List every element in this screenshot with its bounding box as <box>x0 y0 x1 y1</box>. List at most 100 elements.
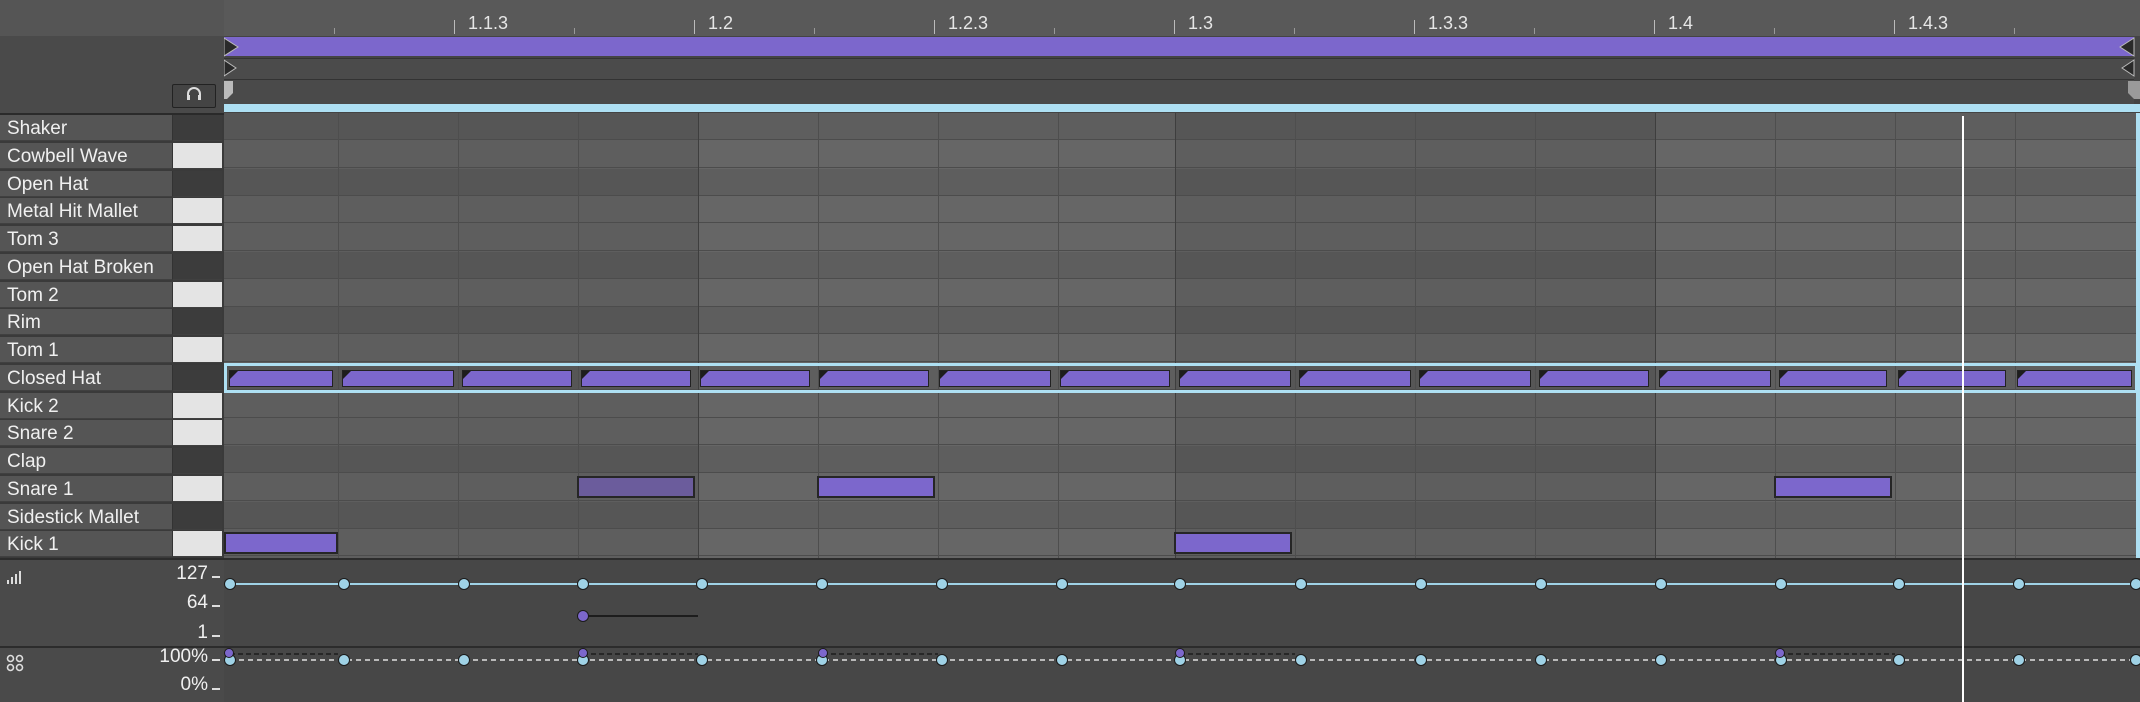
pad-key[interactable] <box>172 364 222 391</box>
midi-note-closed-hat[interactable] <box>1299 370 1411 387</box>
probability-handle[interactable] <box>458 654 470 666</box>
midi-note-closed-hat[interactable] <box>2017 370 2132 387</box>
velocity-handle[interactable] <box>1775 578 1787 590</box>
velocity-bars-icon[interactable] <box>6 570 22 589</box>
probability-handle[interactable] <box>696 654 708 666</box>
velocity-handle[interactable] <box>2130 578 2140 590</box>
pad-key[interactable] <box>172 142 222 169</box>
probability-handle-secondary[interactable] <box>224 648 234 658</box>
track-row-metal-hit-mallet[interactable]: Metal Hit Mallet <box>0 198 222 225</box>
track-name[interactable]: Open Hat Broken <box>0 253 172 280</box>
track-name[interactable]: Open Hat <box>0 170 172 197</box>
pad-key[interactable] <box>172 420 222 447</box>
velocity-probability-lane[interactable] <box>224 560 2140 702</box>
midi-note-closed-hat[interactable] <box>1179 370 1291 387</box>
selection-range-bar[interactable] <box>224 104 2140 112</box>
midi-note-closed-hat[interactable] <box>1779 370 1887 387</box>
velocity-handle[interactable] <box>2013 578 2025 590</box>
midi-note-snare-1[interactable] <box>1774 476 1892 498</box>
midi-note-closed-hat[interactable] <box>819 370 929 387</box>
pad-key[interactable] <box>172 253 222 280</box>
midi-note-closed-hat[interactable] <box>1060 370 1170 387</box>
pad-key[interactable] <box>172 115 222 141</box>
probability-handle[interactable] <box>1655 654 1667 666</box>
midi-note-closed-hat[interactable] <box>1539 370 1649 387</box>
pad-key[interactable] <box>172 337 222 363</box>
track-name[interactable]: Tom 3 <box>0 226 172 252</box>
track-name[interactable]: Snare 1 <box>0 475 172 502</box>
track-name[interactable]: Tom 1 <box>0 337 172 363</box>
track-name[interactable]: Snare 2 <box>0 420 172 447</box>
midi-note-closed-hat[interactable] <box>1419 370 1531 387</box>
pad-key[interactable] <box>172 309 222 336</box>
track-name[interactable]: Shaker <box>0 115 172 141</box>
track-row-cowbell-wave[interactable]: Cowbell Wave <box>0 142 222 169</box>
velocity-handle-selected[interactable] <box>577 610 589 622</box>
track-name[interactable]: Kick 2 <box>0 392 172 419</box>
end-flag-marker[interactable] <box>2128 81 2140 99</box>
midi-note-snare-1[interactable] <box>577 476 695 498</box>
track-name[interactable]: Cowbell Wave <box>0 142 172 169</box>
probability-handle-secondary[interactable] <box>578 648 588 658</box>
probability-handle[interactable] <box>936 654 948 666</box>
midi-note-closed-hat[interactable] <box>229 370 333 387</box>
track-name[interactable]: Clap <box>0 448 172 474</box>
velocity-handle[interactable] <box>338 578 350 590</box>
probability-handle[interactable] <box>1056 654 1068 666</box>
track-row-sidestick-mallet[interactable]: Sidestick Mallet <box>0 503 222 530</box>
pad-key[interactable] <box>172 503 222 530</box>
track-row-kick-1[interactable]: Kick 1 <box>0 531 222 558</box>
midi-note-closed-hat[interactable] <box>939 370 1051 387</box>
pad-key[interactable] <box>172 170 222 197</box>
preview-button[interactable] <box>172 84 216 108</box>
midi-note-closed-hat[interactable] <box>462 370 572 387</box>
track-row-snare-1[interactable]: Snare 1 <box>0 475 222 502</box>
pad-key[interactable] <box>172 198 222 225</box>
velocity-handle[interactable] <box>1174 578 1186 590</box>
midi-note-kick-1[interactable] <box>1174 532 1292 554</box>
track-name[interactable]: Closed Hat <box>0 364 172 391</box>
velocity-handle[interactable] <box>458 578 470 590</box>
probability-handle[interactable] <box>1535 654 1547 666</box>
loop-start-marker[interactable] <box>224 37 239 57</box>
probability-handle[interactable] <box>2013 654 2025 666</box>
start-flag-marker[interactable] <box>224 81 233 99</box>
clip-end-marker[interactable] <box>2121 59 2135 77</box>
probability-handle-secondary[interactable] <box>1775 648 1785 658</box>
track-row-open-hat[interactable]: Open Hat <box>0 170 222 197</box>
track-name[interactable]: Sidestick Mallet <box>0 503 172 530</box>
note-grid[interactable] <box>224 113 2140 560</box>
probability-handle[interactable] <box>1295 654 1307 666</box>
pad-key[interactable] <box>172 226 222 252</box>
probability-dots-icon[interactable] <box>6 654 24 677</box>
loop-end-marker[interactable] <box>2119 37 2135 57</box>
midi-note-closed-hat[interactable] <box>1898 370 2006 387</box>
velocity-handle[interactable] <box>224 578 236 590</box>
velocity-handle[interactable] <box>1893 578 1905 590</box>
midi-note-closed-hat[interactable] <box>581 370 691 387</box>
track-row-rim[interactable]: Rim <box>0 309 222 336</box>
pad-key[interactable] <box>172 475 222 502</box>
velocity-handle[interactable] <box>1295 578 1307 590</box>
velocity-handle[interactable] <box>577 578 589 590</box>
track-name[interactable]: Tom 2 <box>0 281 172 308</box>
track-row-snare-2[interactable]: Snare 2 <box>0 420 222 447</box>
track-name[interactable]: Rim <box>0 309 172 336</box>
midi-note-closed-hat[interactable] <box>342 370 454 387</box>
track-name[interactable]: Metal Hit Mallet <box>0 198 172 225</box>
probability-handle-secondary[interactable] <box>818 648 828 658</box>
velocity-handle[interactable] <box>1415 578 1427 590</box>
track-row-tom-3[interactable]: Tom 3 <box>0 226 222 252</box>
probability-handle[interactable] <box>1415 654 1427 666</box>
pad-key[interactable] <box>172 448 222 474</box>
midi-note-kick-1[interactable] <box>224 532 338 554</box>
track-row-kick-2[interactable]: Kick 2 <box>0 392 222 419</box>
timeline-ruler[interactable]: 1.1.3 1.2 1.2.3 1.3 1.3.3 1.4 1.4.3 <box>224 0 2140 36</box>
probability-handle[interactable] <box>338 654 350 666</box>
velocity-handle[interactable] <box>1056 578 1068 590</box>
track-row-shaker[interactable]: Shaker <box>0 115 222 141</box>
track-row-open-hat-broken[interactable]: Open Hat Broken <box>0 253 222 280</box>
midi-note-closed-hat[interactable] <box>700 370 810 387</box>
track-row-tom-1[interactable]: Tom 1 <box>0 337 222 363</box>
velocity-handle[interactable] <box>696 578 708 590</box>
